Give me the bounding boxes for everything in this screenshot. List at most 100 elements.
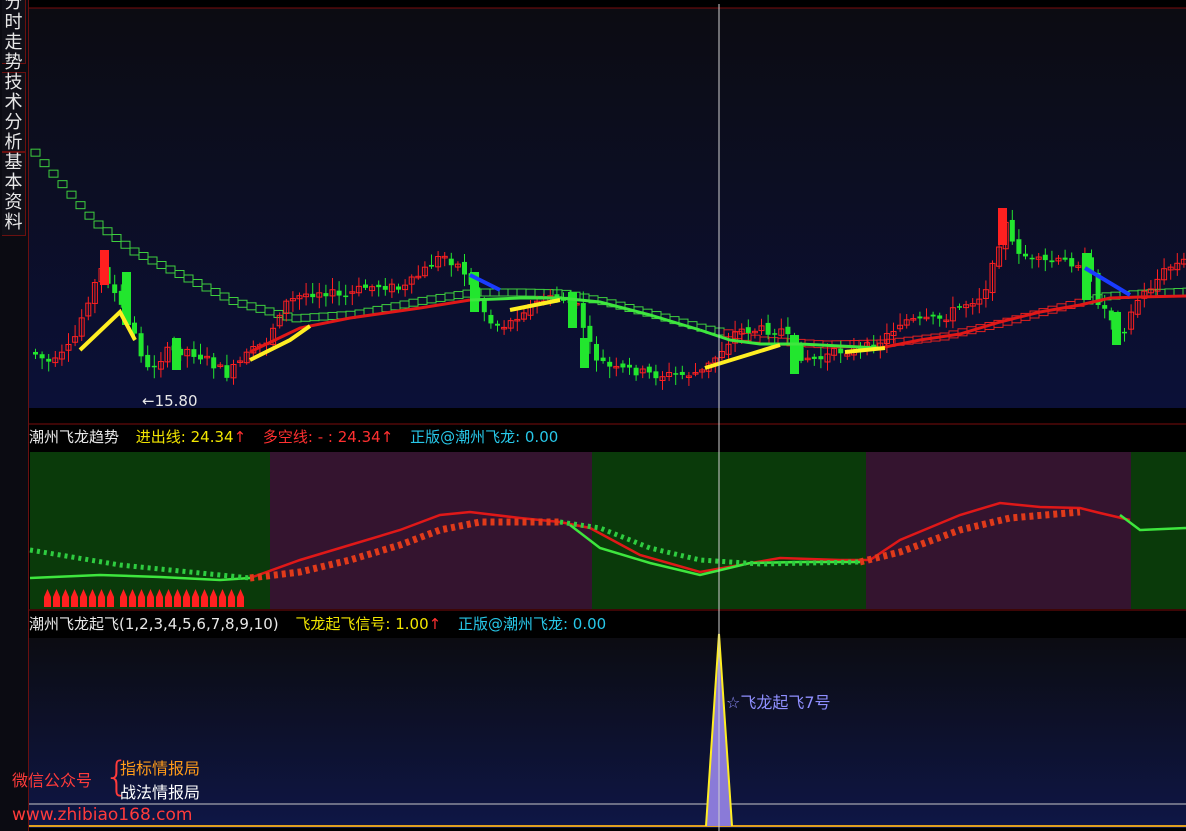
candle-body <box>679 371 685 375</box>
panel3-header: 潮州飞龙起飞(1,2,3,4,5,6,7,8,9,10) 飞龙起飞信号: 1.0… <box>29 613 618 634</box>
candle-body <box>343 295 349 298</box>
candle-body <box>112 284 118 294</box>
signal-triangle-base <box>201 597 208 607</box>
trend-zone <box>30 452 270 609</box>
candle-body <box>224 365 230 378</box>
signal-triangle-base <box>147 597 154 607</box>
candle-body <box>607 361 613 367</box>
candle-body <box>937 315 943 319</box>
candle-body <box>1009 219 1015 242</box>
candle-body-large <box>568 292 577 328</box>
candle-body <box>429 264 434 267</box>
candle-body <box>1069 258 1075 267</box>
candle-body-large <box>1112 312 1121 345</box>
candle-body <box>376 284 382 288</box>
candle-body <box>653 371 659 379</box>
candle-body-large <box>580 338 589 368</box>
candle-body <box>1023 253 1028 257</box>
trend-zones <box>30 452 1186 609</box>
candle-body <box>382 285 388 290</box>
signal-triangle-base <box>228 597 235 607</box>
candle-body <box>930 314 936 317</box>
candle-body <box>785 326 791 335</box>
candle-body <box>310 293 316 298</box>
candle-body-large <box>998 208 1007 245</box>
candle-body <box>336 290 342 296</box>
trend-zone <box>270 452 592 609</box>
panel3-license: 正版@潮州飞龙: 0.00 <box>457 615 607 633</box>
signal-triangle-base <box>237 597 244 607</box>
candle-body <box>1049 260 1055 263</box>
signal-triangle-base <box>53 597 60 607</box>
candle-body <box>673 373 679 375</box>
tab-fundamentals[interactable]: 基本资料 <box>2 152 26 236</box>
signal-triangle-base <box>80 597 87 607</box>
signal-triangle-base <box>219 597 226 607</box>
candle-body <box>798 343 804 361</box>
tab-intraday[interactable]: 分时走势 <box>2 0 26 73</box>
candle-body <box>772 333 778 335</box>
candle-body <box>1016 239 1022 254</box>
candle-body <box>620 363 626 368</box>
candle-body <box>363 284 368 288</box>
candle-body <box>811 356 817 359</box>
trend-zone <box>592 452 866 609</box>
candle-body <box>646 366 652 373</box>
candle-body <box>580 303 586 328</box>
signal-triangle-base <box>210 597 217 607</box>
candle-body <box>627 364 632 368</box>
candle-body <box>1029 257 1035 260</box>
candle-body <box>198 354 203 360</box>
tab-technical[interactable]: 技术分析 <box>2 72 26 153</box>
candle-body <box>211 357 217 369</box>
candle-body <box>495 323 500 326</box>
candle-body <box>33 351 38 355</box>
candle-body <box>448 258 454 266</box>
signal-triangle-base <box>98 597 105 607</box>
low-price-marker: ←15.80 <box>142 392 198 410</box>
candle-body <box>396 286 401 290</box>
panel2-title: 潮州飞龙趋势 <box>29 428 120 446</box>
candle-body <box>323 293 329 297</box>
candle-body <box>818 356 824 360</box>
signal-triangle-base <box>129 597 136 607</box>
signal-triangle-base <box>44 597 51 607</box>
panel2-bullbear-line: 多空线: - : 24.34↑ <box>262 428 394 446</box>
signal-label: ☆飞龙起飞7号 <box>726 693 831 712</box>
candle-body <box>594 343 599 361</box>
panel3-title: 潮州飞龙起飞(1,2,3,4,5,6,7,8,9,10) <box>29 615 279 633</box>
chart-canvas[interactable] <box>0 0 1186 831</box>
signal-triangle-base <box>138 597 145 607</box>
candle-body <box>917 316 923 319</box>
candle-body <box>1122 331 1127 334</box>
signal-triangle-base <box>183 597 190 607</box>
panel2-header: 潮州飞龙趋势 进出线: 24.34↑ 多空线: - : 24.34↑ 正版@潮州… <box>29 426 570 447</box>
candle-body <box>138 333 144 357</box>
candle-body <box>145 354 151 368</box>
candle-body <box>488 314 494 324</box>
candle-body <box>1102 305 1108 309</box>
candle-body <box>1062 257 1068 260</box>
panel3-signal-value: 飞龙起飞信号: 1.00↑ <box>295 615 442 633</box>
watermark-url: www.zhibiao168.com <box>12 805 193 825</box>
candle-body <box>600 357 606 362</box>
signal-triangle-base <box>71 597 78 607</box>
signal-triangle-base <box>174 597 181 607</box>
candle-body <box>46 358 52 362</box>
watermark-line2: 战法情报局 <box>120 783 201 802</box>
candle-body-large <box>172 338 181 370</box>
candle-body <box>838 348 844 354</box>
signal-triangle-base <box>107 597 114 607</box>
panel2-license: 正版@潮州飞龙: 0.00 <box>410 428 559 446</box>
candle-body <box>462 261 467 275</box>
trend-zone <box>866 452 1131 609</box>
candle-body <box>1042 254 1048 261</box>
candle-body <box>39 354 45 359</box>
side-tab-bar: 分时走势 技术分析 基本资料 <box>0 0 29 831</box>
candle-body-large <box>790 335 799 374</box>
signal-triangle-base <box>120 597 127 607</box>
signal-triangle-base <box>62 597 69 607</box>
candle-body <box>957 306 962 308</box>
watermark-line1: 指标情报局 <box>120 759 201 778</box>
candle-body-large <box>100 250 109 285</box>
